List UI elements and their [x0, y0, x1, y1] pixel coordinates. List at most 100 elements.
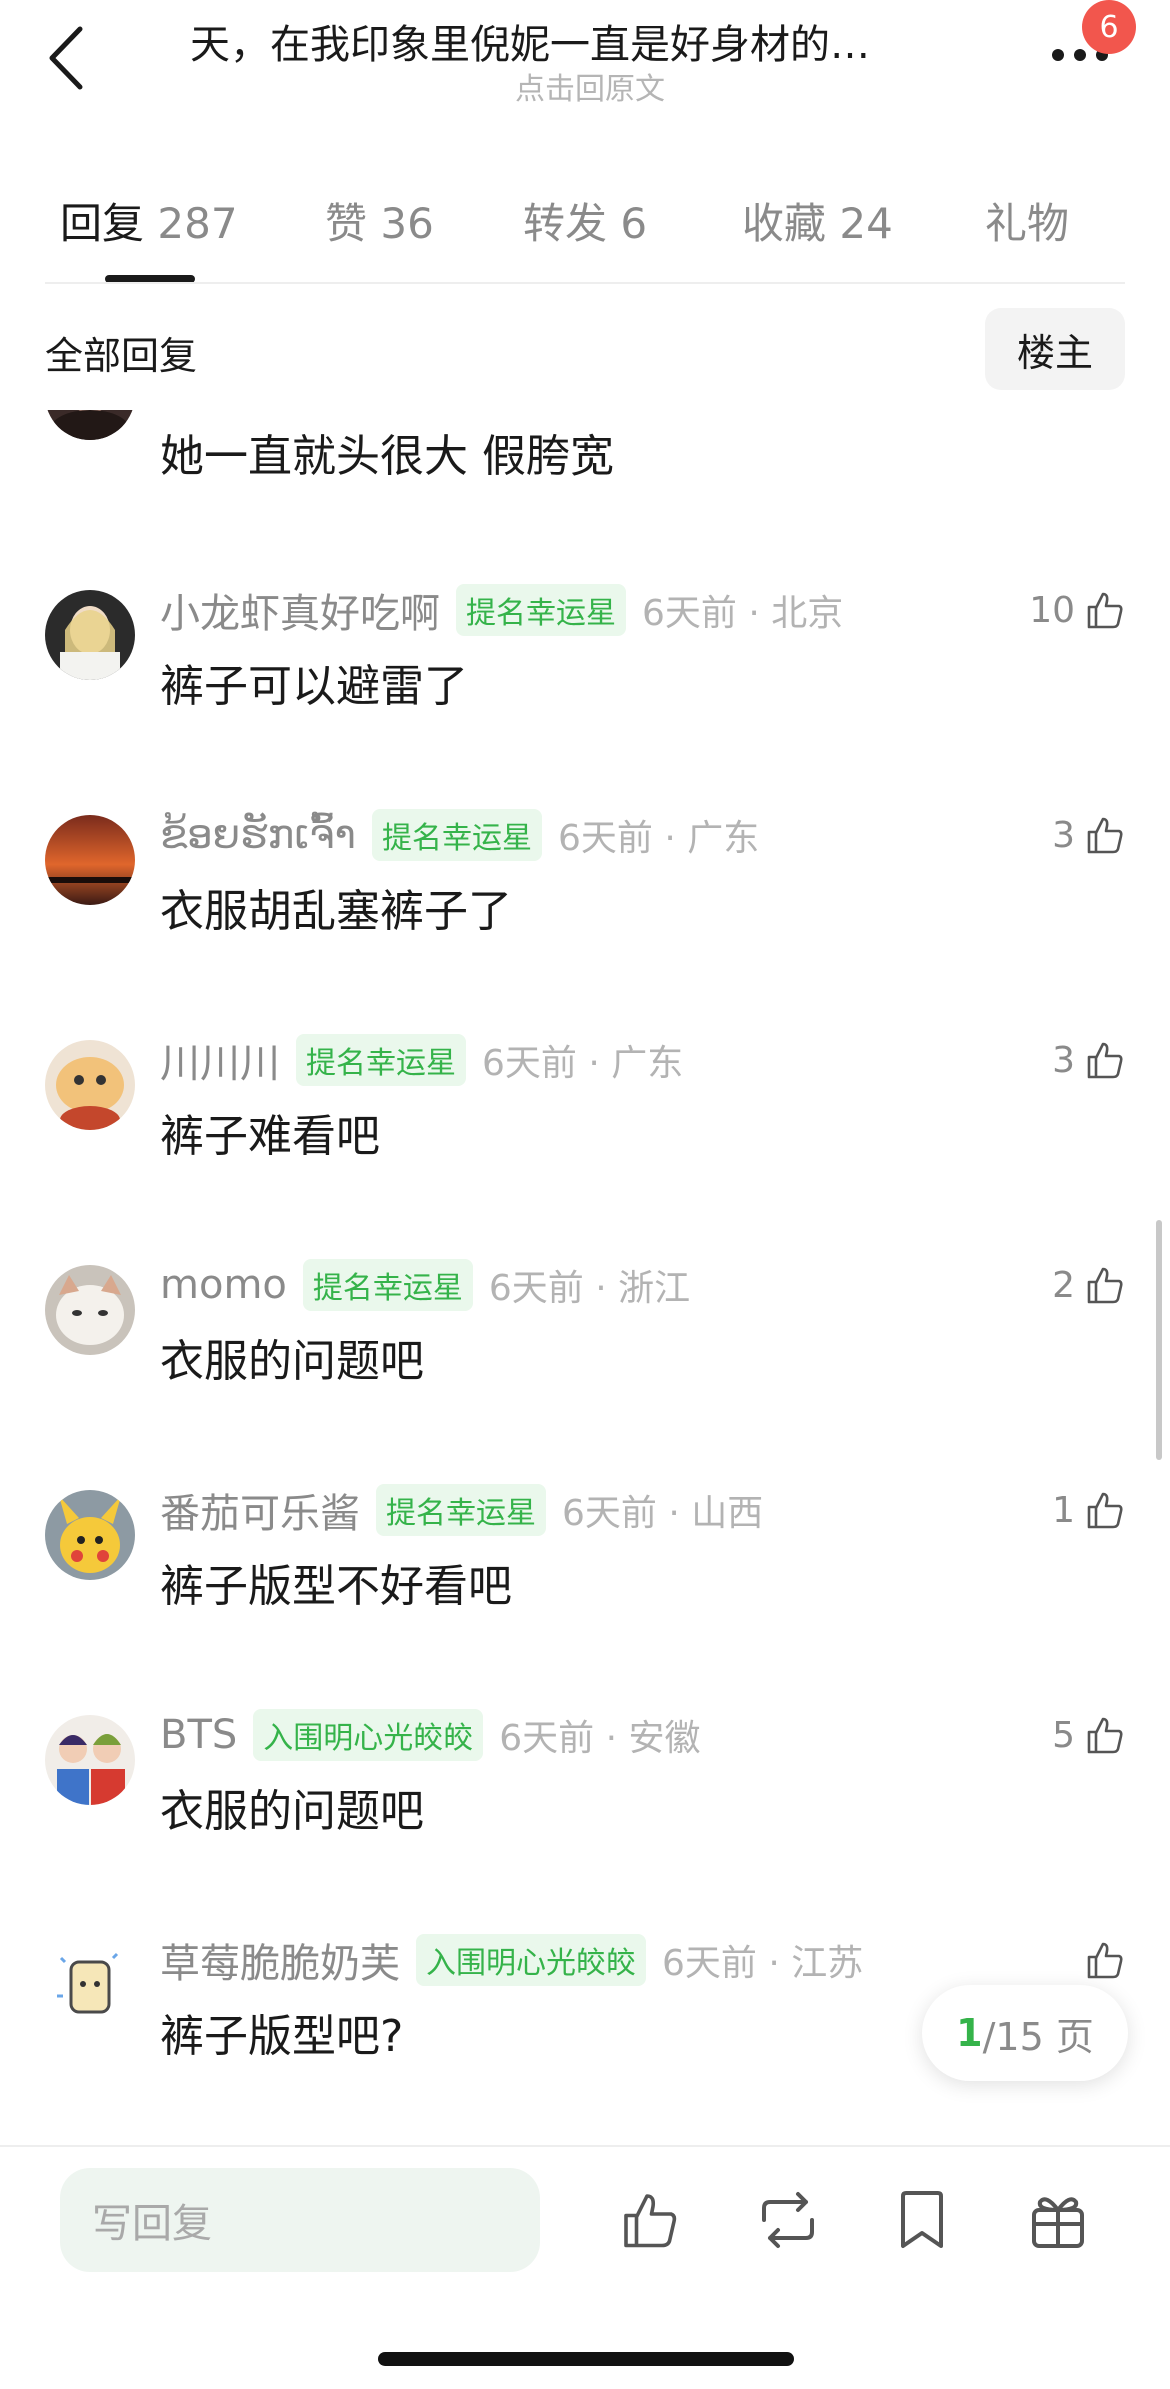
more-dot [1074, 49, 1086, 61]
like-count: 1 [1052, 1489, 1075, 1531]
gift-button[interactable] [1018, 2178, 1098, 2262]
user-tag[interactable]: 提名幸运星 [376, 1484, 546, 1536]
username[interactable]: ຂ້ອຍຮັກເຈົ້າ [160, 812, 356, 858]
page-indicator[interactable]: 1/15 页 [922, 1985, 1128, 2081]
more-dots-icon [1052, 49, 1064, 61]
chevron-left-icon [49, 26, 83, 90]
avatar[interactable] [45, 1265, 135, 1355]
username[interactable]: momo [160, 1262, 287, 1308]
thumbs-up-icon [1087, 1717, 1123, 1754]
avatar[interactable] [45, 1040, 135, 1130]
username[interactable]: 草莓脆脆奶芙 [160, 1931, 400, 1989]
username[interactable]: 番茄可乐酱 [160, 1481, 360, 1539]
divider [0, 2145, 1170, 2147]
tab-label: 回复 [60, 199, 145, 248]
post-title[interactable]: 天，在我印象里倪妮一直是好身材的… [190, 12, 990, 70]
comment-item[interactable]: momo 提名幸运星 6天前 · 浙江 2 衣服的问题吧 [0, 1255, 1170, 1475]
like-button[interactable] [1085, 1930, 1125, 1990]
tab-count: 24 [839, 199, 893, 248]
tab-favorites[interactable]: 收藏 24 [742, 190, 893, 251]
thumbs-up-icon [1087, 592, 1123, 629]
username[interactable]: BTS [160, 1712, 237, 1758]
comment-item[interactable]: 小龙虾真好吃啊 提名幸运星 6天前 · 北京 10 裤子可以避雷了 [0, 580, 1170, 800]
username[interactable]: 小龙虾真好吃啊 [160, 581, 440, 639]
user-tag[interactable]: 入围明心光皎皎 [416, 1934, 646, 1986]
like-button[interactable]: 3 [1052, 805, 1125, 865]
current-page: 1 [956, 2011, 983, 2055]
username[interactable]: 川川川 [160, 1031, 280, 1089]
like-count: 3 [1052, 814, 1075, 856]
timestamp-location: 6天前 · 广东 [482, 1043, 684, 1084]
tab-label: 转发 [523, 199, 608, 248]
divider [45, 282, 1125, 284]
comment-text: 衣服胡乱塞裤子了 [160, 886, 512, 937]
avatar[interactable] [45, 410, 135, 440]
thumbs-up-icon [624, 2194, 677, 2248]
total-pages: /15 页 [982, 2014, 1094, 2059]
comment-text: 裤子可以避雷了 [160, 661, 468, 712]
tab-likes[interactable]: 赞 36 [325, 190, 434, 251]
avatar[interactable] [45, 1940, 135, 2030]
comment-text: 裤子难看吧 [160, 1111, 380, 1162]
comment-item[interactable]: 番茄可乐酱 提名幸运星 6天前 · 山西 1 裤子版型不好看吧 [0, 1480, 1170, 1700]
avatar[interactable] [45, 1715, 135, 1805]
top-bar: 天，在我印象里倪妮一直是好身材的… 点击回原文 6 [0, 0, 1170, 120]
like-button[interactable]: 5 [1052, 1705, 1125, 1765]
comment-text: 她一直就头很大 假胯宽 [160, 431, 614, 482]
timestamp-location: 6天前 · 江苏 [662, 1943, 864, 1984]
like-button[interactable]: 3 [1052, 1030, 1125, 1090]
comment-text: 衣服的问题吧 [160, 1786, 424, 1837]
tab-reposts[interactable]: 转发 6 [523, 190, 647, 251]
comment-list: 她一直就头很大 假胯宽 小龙虾真好吃啊 提名幸运星 6天前 · 北京 10 裤子… [0, 410, 1170, 2140]
tab-count: 6 [620, 199, 648, 248]
comment-meta: 番茄可乐酱 提名幸运星 6天前 · 山西 [160, 1480, 763, 1540]
comment-text: 裤子版型不好看吧 [160, 1561, 512, 1612]
thumbs-up-icon [1087, 1492, 1123, 1529]
like-button[interactable]: 2 [1052, 1255, 1125, 1315]
thumbs-up-icon [1087, 1042, 1123, 1079]
tab-label: 礼物 [985, 199, 1070, 248]
user-tag[interactable]: 入围明心光皎皎 [253, 1709, 484, 1761]
comment-item[interactable]: ຂ້ອຍຮັກເຈົ້າ 提名幸运星 6天前 · 广东 3 衣服胡乱塞裤子了 [0, 805, 1170, 1025]
avatar[interactable] [45, 590, 135, 680]
notification-badge: 6 [1082, 0, 1136, 54]
comment-text: 裤子版型吧? [160, 2011, 404, 2062]
op-only-button[interactable]: 楼主 [985, 308, 1125, 390]
user-tag[interactable]: 提名幸运星 [296, 1034, 466, 1086]
favorite-button[interactable] [882, 2178, 962, 2262]
scrollbar[interactable] [1156, 1220, 1162, 1460]
comment-item[interactable]: 她一直就头很大 假胯宽 [0, 410, 1170, 570]
like-count: 5 [1052, 1714, 1075, 1756]
reply-input[interactable]: 写回复 [60, 2168, 540, 2272]
timestamp-location: 6天前 · 北京 [642, 593, 844, 634]
like-button[interactable]: 1 [1052, 1480, 1125, 1540]
tab-count: 36 [380, 199, 434, 248]
home-indicator[interactable] [378, 2352, 794, 2366]
timestamp-location: 6天前 · 山西 [562, 1493, 764, 1534]
comment-item[interactable]: BTS 入围明心光皎皎 6天前 · 安徽 5 衣服的问题吧 [0, 1705, 1170, 1925]
comment-meta: BTS 入围明心光皎皎 6天前 · 安徽 [160, 1705, 701, 1765]
comment-text: 衣服的问题吧 [160, 1336, 424, 1387]
like-count: 10 [1029, 589, 1075, 631]
tab-replies[interactable]: 回复 287 [60, 190, 238, 251]
timestamp-location: 6天前 · 安徽 [499, 1718, 701, 1759]
user-tag[interactable]: 提名幸运星 [302, 1259, 473, 1311]
comment-meta: momo 提名幸运星 6天前 · 浙江 [160, 1255, 690, 1315]
tab-gifts[interactable]: 礼物 [985, 190, 1069, 251]
like-button[interactable]: 10 [1029, 580, 1125, 640]
comment-meta: 小龙虾真好吃啊 提名幸运星 6天前 · 北京 [160, 580, 843, 640]
like-post-button[interactable] [610, 2178, 690, 2262]
user-tag[interactable]: 提名幸运星 [372, 809, 542, 861]
back-to-original-link[interactable]: 点击回原文 [500, 64, 680, 108]
repost-icon [762, 2192, 814, 2248]
comment-meta: 草莓脆脆奶芙 入围明心光皎皎 6天前 · 江苏 [160, 1930, 863, 1990]
avatar[interactable] [45, 815, 135, 905]
avatar[interactable] [45, 1490, 135, 1580]
repost-button[interactable] [748, 2178, 828, 2262]
user-tag[interactable]: 提名幸运星 [456, 584, 626, 636]
comment-item[interactable]: 川川川 提名幸运星 6天前 · 广东 3 裤子难看吧 [0, 1030, 1170, 1250]
gift-icon [1032, 2197, 1084, 2248]
comment-meta: ຂ້ອຍຮັກເຈົ້າ 提名幸运星 6天前 · 广东 [160, 805, 759, 865]
timestamp-location: 6天前 · 浙江 [488, 1268, 691, 1309]
back-button[interactable] [36, 18, 96, 98]
